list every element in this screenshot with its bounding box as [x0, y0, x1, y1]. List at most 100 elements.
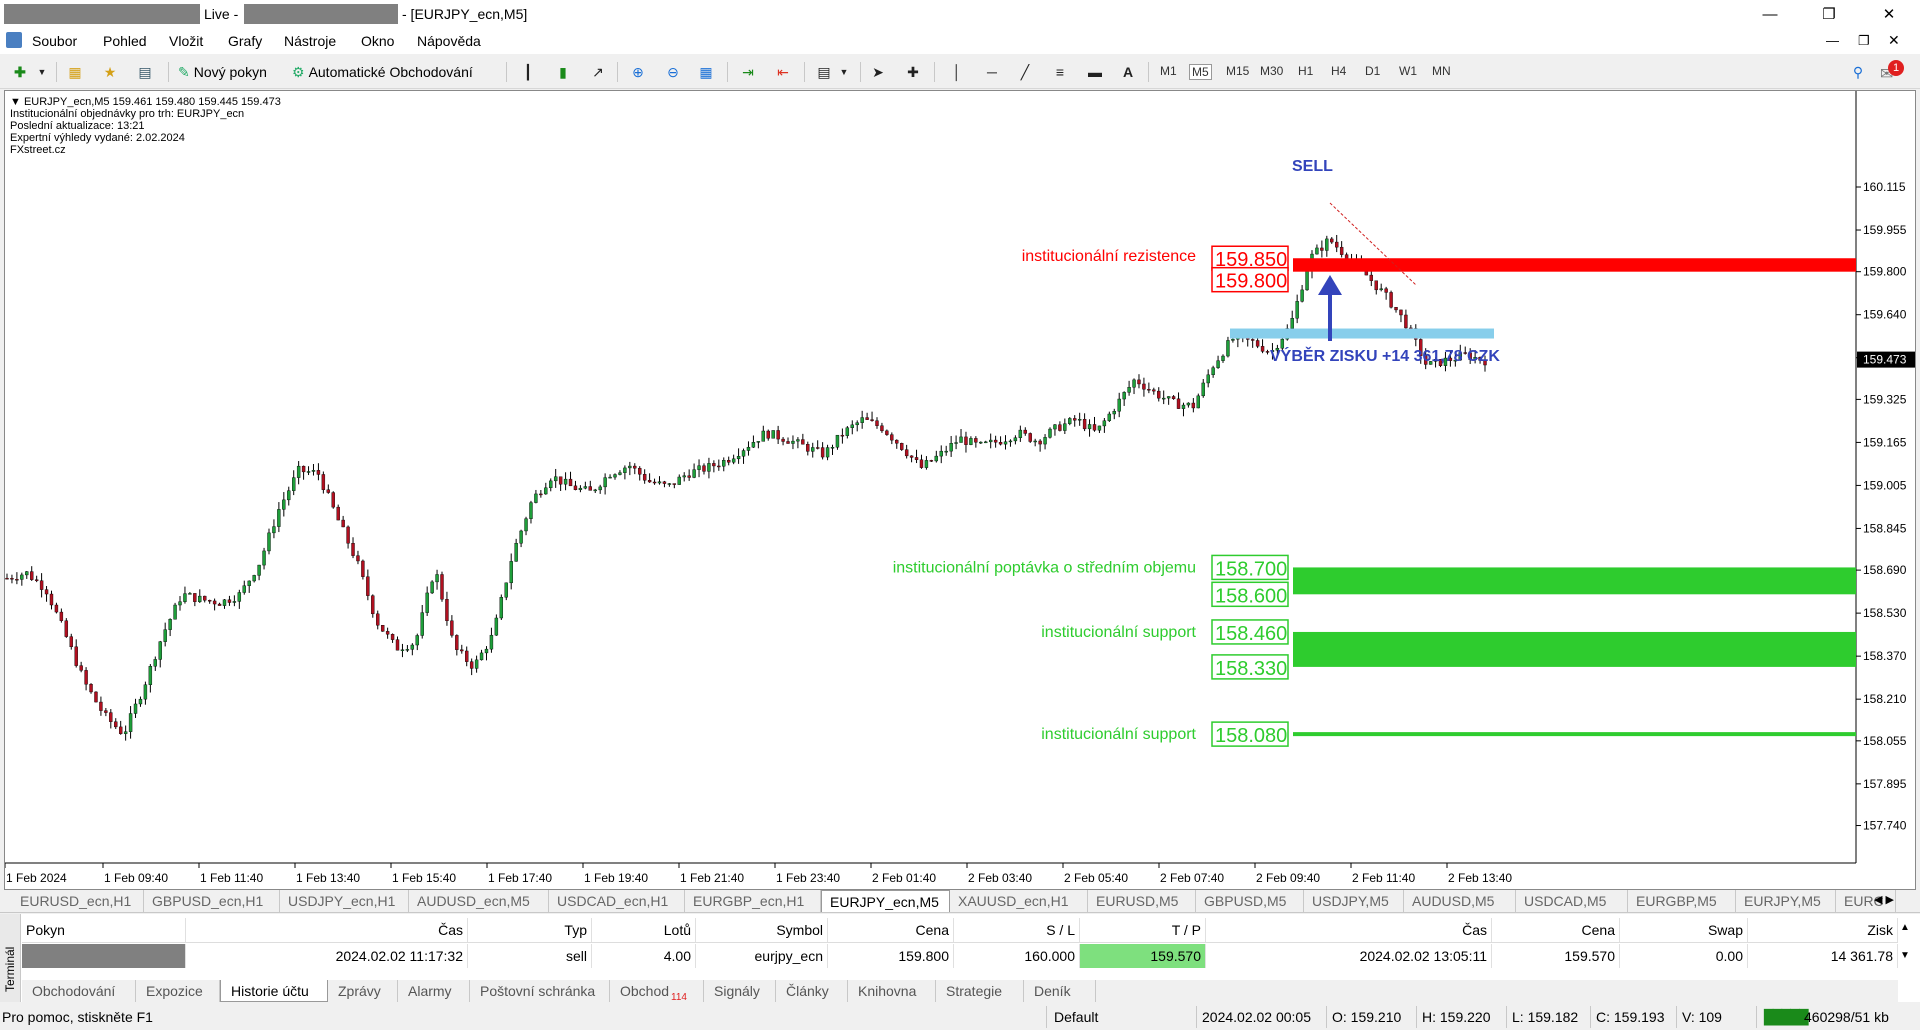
column-header[interactable]: Čas: [1206, 918, 1492, 942]
terminal-tab[interactable]: Obchodování: [22, 980, 136, 1002]
minimize-icon[interactable]: —: [1747, 2, 1793, 28]
terminal-tab[interactable]: Strategie: [936, 980, 1024, 1002]
column-header[interactable]: Swap: [1620, 918, 1748, 942]
chart-tab[interactable]: AUDUSD,M5: [1404, 890, 1516, 912]
indicators-icon[interactable]: ▤: [814, 62, 834, 82]
column-header[interactable]: S / L: [954, 918, 1080, 942]
chevron-down-icon[interactable]: ▼: [1900, 950, 1910, 961]
chart-tab[interactable]: EURJPY_ecn,M5: [821, 890, 950, 912]
close-icon[interactable]: ✕: [1866, 2, 1912, 28]
chart-tab[interactable]: XAUUSD_ecn,H1: [950, 890, 1088, 912]
trendline-icon[interactable]: ╱: [1015, 62, 1035, 82]
fibonacci-icon[interactable]: ≡: [1050, 62, 1070, 82]
chart-shift-icon[interactable]: ⇤: [773, 62, 793, 82]
app-icon[interactable]: [6, 32, 22, 48]
chart-tab[interactable]: USDJPY_ecn,H1: [280, 890, 409, 912]
zoom-in-icon[interactable]: ⊕: [628, 62, 648, 82]
column-header[interactable]: Symbol: [696, 918, 828, 942]
column-header[interactable]: Typ: [468, 918, 592, 942]
search-icon[interactable]: ⚲: [1848, 62, 1868, 82]
menu-napoveda[interactable]: Nápověda: [417, 33, 481, 49]
terminal-tab[interactable]: Deník: [1024, 980, 1096, 1002]
bull-candle: [1127, 387, 1131, 393]
bull-candle: [692, 469, 696, 478]
column-header[interactable]: Pokyn: [22, 918, 186, 942]
tf-m30[interactable]: M30: [1260, 64, 1283, 78]
terminal-tab[interactable]: Knihovna: [848, 980, 936, 1002]
candlestick-icon[interactable]: ▮: [553, 62, 573, 82]
chart-tab[interactable]: EURGBP,M5: [1628, 890, 1736, 912]
zoom-out-icon[interactable]: ⊖: [663, 62, 683, 82]
menu-nastroje[interactable]: Nástroje: [284, 33, 336, 49]
terminal-side-tab[interactable]: Terminál: [0, 914, 21, 1002]
bar-chart-icon[interactable]: ┃: [518, 62, 538, 82]
terminal-tab[interactable]: Obchod 114: [610, 980, 704, 1003]
tile-windows-icon[interactable]: ▦: [696, 62, 716, 82]
menu-pohled[interactable]: Pohled: [103, 33, 147, 49]
auto-trading-button[interactable]: ⚙ Automatické Obchodování: [292, 61, 473, 83]
crosshair-icon[interactable]: ✚: [903, 62, 923, 82]
chart-tab[interactable]: AUDUSD_ecn,M5: [409, 890, 549, 912]
chart-window[interactable]: ▼ EURJPY_ecn,M5 159.461 159.480 159.445 …: [4, 90, 1916, 890]
mdi-restore-icon[interactable]: ❐: [1858, 33, 1870, 49]
autoscroll-icon[interactable]: ⇥: [738, 62, 758, 82]
connection-icon[interactable]: ▉▉▉▉▉: [1764, 1009, 1810, 1026]
rectangle-icon[interactable]: ▬: [1085, 62, 1105, 82]
terminal-tab[interactable]: Poštovní schránka: [470, 980, 610, 1002]
tab-scroll-arrows[interactable]: ◀ ▶: [1874, 893, 1894, 906]
price-chart[interactable]: 160.115159.955159.800159.640159.480159.3…: [5, 91, 1915, 889]
chart-tab[interactable]: GBPUSD,M5: [1196, 890, 1304, 912]
terminal-tab[interactable]: Historie účtu: [220, 980, 328, 1002]
cursor-icon[interactable]: ➤: [868, 62, 888, 82]
terminal-tab[interactable]: Expozice: [136, 980, 220, 1002]
new-chart-icon[interactable]: ✚: [10, 62, 30, 82]
tf-mn[interactable]: MN: [1432, 64, 1451, 78]
menu-grafy[interactable]: Grafy: [228, 33, 262, 49]
status-profile[interactable]: Default: [1054, 1009, 1098, 1025]
chart-tab[interactable]: EURGBP_ecn,H1: [685, 890, 821, 912]
tf-m5[interactable]: M5: [1189, 64, 1212, 80]
line-chart-icon[interactable]: ↗: [588, 62, 608, 82]
terminal-tab[interactable]: Signály: [704, 980, 776, 1002]
horizontal-line-icon[interactable]: ─: [982, 62, 1002, 82]
vertical-line-icon[interactable]: │: [947, 62, 967, 82]
menu-soubor[interactable]: Soubor: [32, 33, 77, 49]
new-order-button[interactable]: ✎ Nový pokyn: [178, 61, 267, 83]
chart-tab[interactable]: USDCAD_ecn,H1: [549, 890, 685, 912]
chevron-down-icon[interactable]: ▼: [834, 62, 854, 82]
column-header[interactable]: Čas: [186, 918, 468, 942]
profiles-icon[interactable]: ▦: [65, 62, 85, 82]
menu-vlozit[interactable]: Vložit: [169, 33, 203, 49]
chart-tab[interactable]: GBPUSD_ecn,H1: [144, 890, 280, 912]
terminal-tab[interactable]: Články: [776, 980, 848, 1002]
tf-d1[interactable]: D1: [1365, 64, 1380, 78]
column-header[interactable]: Zisk: [1748, 918, 1898, 942]
chart-tab[interactable]: EURUSD,M5: [1088, 890, 1196, 912]
chevron-up-icon[interactable]: ▲: [1900, 922, 1910, 933]
tf-m15[interactable]: M15: [1226, 64, 1249, 78]
menu-okno[interactable]: Okno: [361, 33, 394, 49]
navigator-icon[interactable]: ▤: [135, 62, 155, 82]
chart-tab[interactable]: USDJPY,M5: [1304, 890, 1404, 912]
chart-tab[interactable]: USDCAD,M5: [1516, 890, 1628, 912]
tf-m1[interactable]: M1: [1160, 64, 1177, 78]
mdi-minimize-icon[interactable]: —: [1826, 33, 1839, 48]
tf-h1[interactable]: H1: [1298, 64, 1313, 78]
mdi-close-icon[interactable]: ✕: [1888, 32, 1900, 49]
column-header[interactable]: T / P: [1080, 918, 1206, 942]
terminal-tab[interactable]: Zprávy: [328, 980, 398, 1002]
column-header[interactable]: Lotů: [592, 918, 696, 942]
favorites-icon[interactable]: ★: [100, 62, 120, 82]
column-header[interactable]: Cena: [828, 918, 954, 942]
chart-tab[interactable]: EURJPY,M5: [1736, 890, 1836, 912]
chart-tab[interactable]: EURUSD_ecn,H1: [12, 890, 144, 912]
notifications-button[interactable]: ✉ 1: [1880, 60, 1904, 84]
text-tool-icon[interactable]: A: [1118, 62, 1138, 82]
table-row[interactable]: 2024.02.02 11:17:32 sell 4.00 eurjpy_ecn 159…: [22, 944, 1898, 968]
terminal-tab[interactable]: Alarmy: [398, 980, 470, 1002]
restore-icon[interactable]: ❐: [1806, 2, 1852, 28]
tf-w1[interactable]: W1: [1399, 64, 1417, 78]
chevron-down-icon[interactable]: ▼: [32, 62, 52, 82]
tf-h4[interactable]: H4: [1331, 64, 1346, 78]
column-header[interactable]: Cena: [1492, 918, 1620, 942]
